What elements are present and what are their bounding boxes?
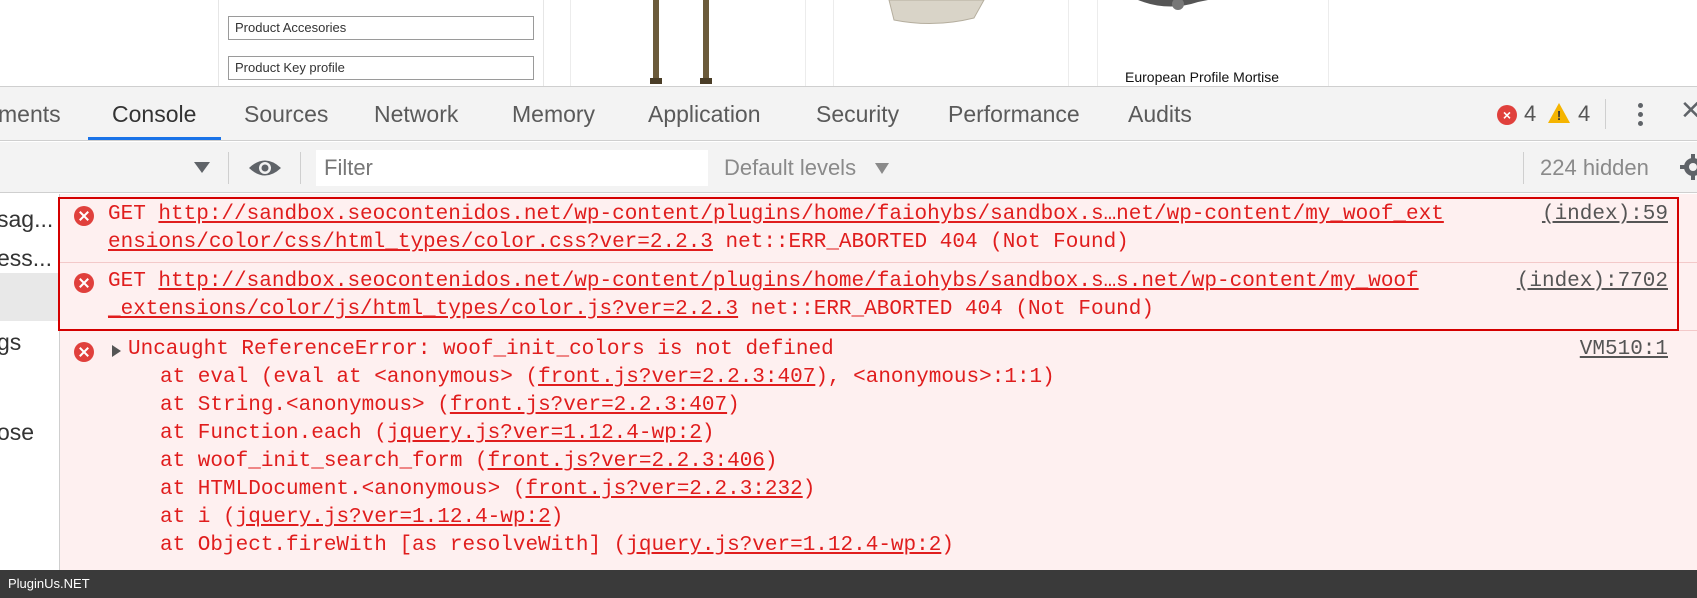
tab-audits[interactable]: Audits [1128,87,1192,141]
stack-frame: at String.<anonymous> (front.js?ver=2.2.… [160,394,740,417]
toolbar-divider [228,152,229,184]
product-card[interactable] [833,0,1069,86]
tab-network[interactable]: Network [374,87,458,141]
devtools-panel: ments Console Sources Network Memory App… [0,86,1697,571]
stack-frame-link[interactable]: front.js?ver=2.2.3:232 [525,478,802,501]
stack-frame: at woof_init_search_form (front.js?ver=2… [160,450,778,473]
stack-frame-link[interactable]: jquery.js?ver=1.12.4-wp:2 [236,506,551,529]
console-sidebar: sag... ess... gs ose [0,194,60,571]
tab-performance[interactable]: Performance [948,87,1080,141]
stack-frame-link[interactable]: jquery.js?ver=1.12.4-wp:2 [387,422,702,445]
filter-input[interactable]: Filter [316,150,708,186]
context-dropdown-icon[interactable] [194,162,210,173]
error-count-icon[interactable]: × [1497,105,1517,125]
product-image [1138,0,1208,10]
log-levels-dropdown[interactable]: Default levels [724,150,856,186]
more-options-icon[interactable] [1634,101,1646,129]
product-image [650,0,712,84]
tab-memory[interactable]: Memory [512,87,595,141]
active-tab-indicator [88,137,221,140]
watermark-bar: PluginUs.NET [0,570,1697,598]
product-title[interactable]: European Profile Mortise [1125,69,1279,85]
sidebar-item-messages[interactable]: sag... [0,206,53,233]
tab-console[interactable]: Console [112,87,196,141]
exception-title: Uncaught ReferenceError: woof_init_color… [128,338,834,361]
stack-frame: at Function.each (jquery.js?ver=1.12.4-w… [160,422,715,445]
error-icon [74,342,94,362]
web-page-area: Product Accesories Product Key profile E… [0,0,1697,86]
sidebar-item-verbose[interactable]: ose [0,419,34,446]
toolbar-divider [300,152,301,184]
chevron-down-icon[interactable] [875,163,889,174]
stack-frame: at i (jquery.js?ver=1.12.4-wp:2) [160,506,564,529]
close-icon[interactable]: ✕ [1680,95,1697,126]
product-card[interactable] [570,0,806,86]
product-accessories-field[interactable]: Product Accesories [228,16,534,40]
warning-count[interactable]: 4 [1578,101,1590,127]
console-toolbar: Filter Default levels 224 hidden [0,142,1697,193]
live-expression-eye-icon[interactable] [248,157,282,179]
tab-application[interactable]: Application [648,87,761,141]
product-image [888,0,985,25]
sidebar-item-warnings[interactable]: gs [0,329,21,356]
tab-sources[interactable]: Sources [244,87,328,141]
toolbar-divider [1523,152,1524,184]
gear-icon[interactable] [1680,154,1697,180]
tab-security[interactable]: Security [816,87,899,141]
toolbar-divider [1605,99,1606,129]
warning-mark: ! [1556,108,1562,123]
stack-frame-link[interactable]: front.js?ver=2.2.3:407 [538,366,815,389]
stack-frame: at HTMLDocument.<anonymous> (front.js?ve… [160,478,816,501]
stack-frame: at eval (eval at <anonymous> (front.js?v… [160,366,1055,389]
stack-frame-link[interactable]: front.js?ver=2.2.3:406 [488,450,765,473]
devtools-tabbar: ments Console Sources Network Memory App… [0,87,1697,141]
hidden-messages-count: 224 hidden [1540,155,1649,180]
error-count[interactable]: 4 [1524,101,1536,127]
source-link[interactable]: VM510:1 [1580,336,1668,364]
sidebar-selected-row [0,273,59,321]
expand-triangle-icon[interactable] [112,345,121,357]
highlight-box [58,197,1679,331]
stack-frame: at Object.fireWith [as resolveWith] (jqu… [160,534,954,557]
tab-elements[interactable]: ments [0,87,61,141]
stack-frame-link[interactable]: front.js?ver=2.2.3:407 [450,394,727,417]
stack-frame-link[interactable]: jquery.js?ver=1.12.4-wp:2 [626,534,941,557]
product-key-profile-field[interactable]: Product Key profile [228,56,534,80]
uncaught-exception-message[interactable]: Uncaught ReferenceError: woof_init_color… [60,332,1697,571]
sidebar-item-errors[interactable]: ess... [0,245,52,272]
